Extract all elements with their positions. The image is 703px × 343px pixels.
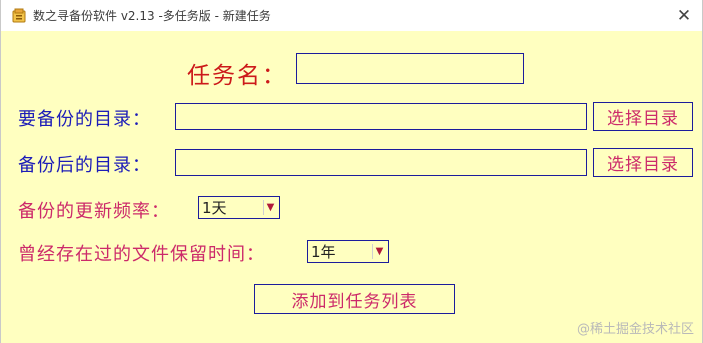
retention-label: 曾经存在过的文件保留时间： [18, 244, 265, 265]
close-icon: ✕ [676, 5, 692, 26]
select-backup-dir-button[interactable]: 选择目录 [593, 102, 693, 131]
backup-dir-label: 要备份的目录： [18, 109, 151, 130]
frequency-select[interactable]: 1天 ▼ [198, 196, 280, 219]
close-button[interactable]: ✕ [666, 0, 702, 31]
add-to-task-list-button[interactable]: 添加到任务列表 [254, 284, 455, 314]
title-bar[interactable]: 数之寻备份软件 v2.13 -多任务版 - 新建任务 ✕ [1, 0, 702, 31]
retention-value: 1年 [311, 243, 336, 261]
chevron-down-icon: ▼ [263, 200, 277, 215]
app-icon [11, 8, 27, 24]
select-dest-dir-button[interactable]: 选择目录 [593, 148, 693, 177]
window-title: 数之寻备份软件 v2.13 -多任务版 - 新建任务 [33, 9, 271, 23]
task-name-input[interactable] [296, 53, 524, 84]
backup-dir-input[interactable] [175, 103, 587, 130]
new-task-window: 数之寻备份软件 v2.13 -多任务版 - 新建任务 ✕ 任务名： 要备份的目录… [0, 0, 703, 343]
dest-dir-label: 备份后的目录： [18, 155, 151, 176]
watermark: @稀土掘金技术社区 [576, 322, 694, 337]
retention-select[interactable]: 1年 ▼ [307, 240, 389, 263]
frequency-label: 备份的更新频率： [18, 201, 170, 222]
form-panel: 任务名： 要备份的目录： 选择目录 备份后的目录： 选择目录 备份的更新频率： … [1, 31, 702, 343]
task-name-label: 任务名： [187, 63, 287, 89]
frequency-value: 1天 [202, 199, 227, 217]
chevron-down-icon: ▼ [372, 244, 386, 259]
dest-dir-input[interactable] [175, 149, 587, 176]
